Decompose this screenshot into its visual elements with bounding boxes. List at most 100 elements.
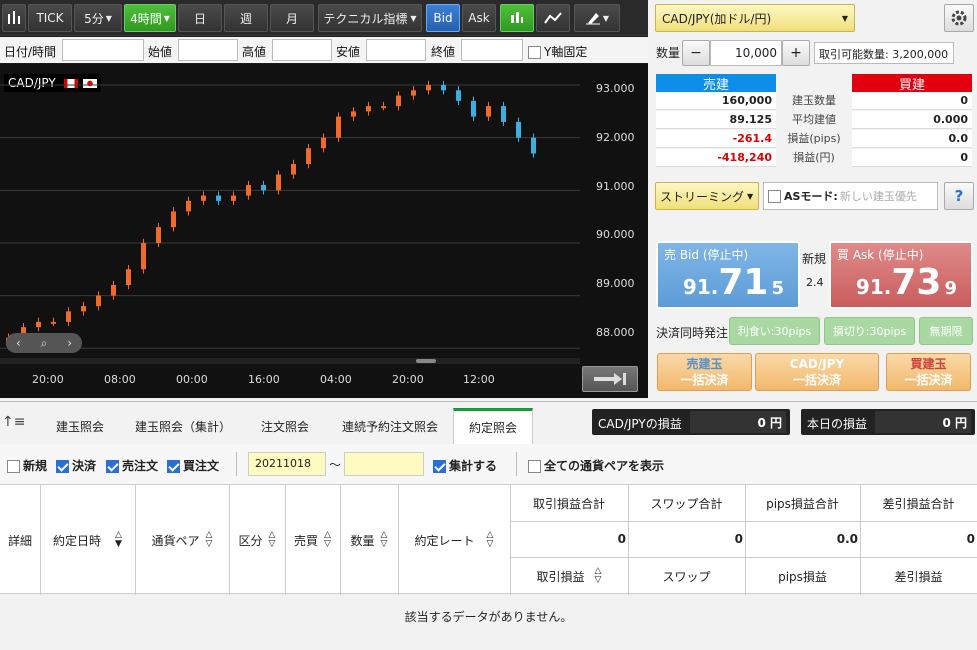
tab-executions[interactable]: 約定照会 — [453, 408, 533, 444]
y-fixed-checkbox[interactable]: Y軸固定 — [528, 43, 587, 60]
row-label: 建玉数量 — [792, 94, 836, 107]
buy-price-small: 9 — [944, 278, 957, 299]
y-axis: 93.000 92.000 91.000 90.000 89.000 88.00… — [582, 64, 648, 364]
chevron-left-icon[interactable]: ‹ — [16, 336, 21, 350]
col-side[interactable]: 売買 △ ▽ — [285, 485, 340, 595]
tab-ifd-orders[interactable]: 連続予約注文照会 — [328, 408, 452, 444]
interval-4h-label: 4時間 — [130, 11, 162, 26]
bid-button[interactable]: Bid — [426, 4, 460, 32]
new-filter-label: 新規 — [23, 459, 48, 473]
ask-button[interactable]: Ask — [462, 4, 496, 32]
col-exec-time-label: 約定日時 — [53, 533, 102, 548]
as-mode-placeholder: 新しい建玉優先 — [839, 190, 917, 203]
checkbox-icon — [106, 460, 119, 473]
tab-positions[interactable]: 建玉照会 — [36, 408, 124, 444]
pair-pnl-label: CAD/JPYの損益 — [598, 417, 682, 431]
zoom-icon[interactable]: ⌕ — [41, 336, 48, 351]
qty-plus-button[interactable]: + — [782, 40, 810, 66]
candle-body — [231, 195, 236, 201]
take-profit-button[interactable]: 利食い:30pips — [729, 317, 820, 345]
candle-body — [291, 164, 296, 175]
sum-trade-pnl-header: 取引損益合計 — [532, 496, 605, 511]
sell-bulk-settle-button[interactable]: 売建玉 一括決済 — [657, 353, 752, 391]
row-label: 損益(pips) — [787, 132, 841, 145]
today-pnl-value: 0 — [942, 416, 951, 430]
date-to-input[interactable] — [344, 452, 424, 476]
all-pairs-checkbox[interactable]: 全ての通貨ペアを表示 — [528, 457, 664, 474]
x-tick: 20:00 — [392, 373, 424, 386]
settle-checkbox[interactable]: 決済 — [56, 457, 96, 474]
candle-type-icon[interactable] — [2, 4, 26, 32]
y-tick: 89.000 — [596, 277, 635, 290]
as-mode-label: ASモード: — [784, 190, 838, 203]
checkbox-icon — [433, 460, 446, 473]
help-icon[interactable]: ? — [944, 182, 974, 210]
line-chart-icon[interactable] — [536, 4, 570, 32]
sort-menu-icon[interactable]: ↑≡ — [2, 414, 25, 430]
technical-select[interactable]: テクニカル指標 ▼ — [318, 4, 422, 32]
qty-input[interactable]: 10,000 — [710, 40, 782, 66]
col-swap: スワップ — [662, 569, 711, 584]
interval-4h-select[interactable]: 4時間 ▼ — [124, 4, 176, 32]
stop-loss-button[interactable]: 損切り:30pips — [824, 317, 915, 345]
month-button[interactable]: 月 — [270, 4, 314, 32]
col-rate[interactable]: 約定レート △ ▽ — [398, 485, 510, 595]
col-pair[interactable]: 通貨ペア △ ▽ — [135, 485, 229, 595]
aggregate-checkbox[interactable]: 集計する — [433, 457, 497, 474]
week-button[interactable]: 週 — [224, 4, 268, 32]
buy-order-label: 買注文 — [183, 459, 220, 473]
pair-pnl-box: CAD/JPYの損益 0 円 — [592, 409, 790, 435]
col-type[interactable]: 区分 △ ▽ — [229, 485, 285, 595]
sort-desc-icon: △ ▼ — [115, 530, 122, 549]
day-button[interactable]: 日 — [178, 4, 222, 32]
date-from-input[interactable]: 20211018 — [248, 452, 326, 476]
x-tick: 08:00 — [104, 373, 136, 386]
buy-pnl: 0 — [852, 149, 972, 167]
buy-bulk-settle-button[interactable]: 買建玉 一括決済 — [886, 353, 971, 391]
pair-select[interactable]: CAD/JPY(加ドル/円) ▼ — [655, 4, 855, 32]
checkbox-icon — [528, 46, 541, 59]
sell-price-button[interactable]: 売 Bid (停止中) 91.71 5 — [656, 241, 800, 309]
candle-body — [501, 106, 506, 122]
qty-minus-button[interactable]: − — [682, 40, 710, 66]
sort-icon: △ ▽ — [324, 530, 331, 549]
candle-body — [276, 174, 281, 191]
pair-bulk-settle-button[interactable]: CAD/JPY 一括決済 — [755, 353, 879, 391]
candle-body — [246, 185, 251, 196]
tick-button[interactable]: TICK — [28, 4, 72, 32]
col-type-label: 区分 — [238, 533, 263, 548]
candle-body — [351, 111, 356, 117]
col-trade-pnl[interactable]: 取引損益 △ ▽ — [510, 557, 628, 595]
interval-5m-select[interactable]: 5分 ▼ — [74, 4, 122, 32]
chart-area[interactable]: CAD/JPY 93.000 92.000 91.000 90.000 89.0… — [0, 64, 648, 398]
checkbox-icon — [56, 460, 69, 473]
jump-latest-icon[interactable] — [582, 366, 638, 392]
chevron-right-icon[interactable]: › — [67, 336, 72, 350]
checkbox-icon[interactable] — [768, 189, 781, 203]
streaming-select[interactable]: ストリーミング ▼ — [655, 182, 759, 210]
gear-icon[interactable] — [944, 4, 974, 32]
unlimited-button[interactable]: 無期限 — [919, 317, 973, 345]
buy-price-large: 73 — [891, 262, 942, 303]
sell-order-checkbox[interactable]: 売注文 — [106, 457, 158, 474]
candlestick-icon[interactable] — [500, 4, 534, 32]
candle-body — [111, 285, 116, 296]
col-exec-time[interactable]: 約定日時 △ ▼ — [40, 485, 135, 595]
col-detail: 詳細 — [7, 533, 32, 548]
tab-orders[interactable]: 注文照会 — [242, 408, 328, 444]
candle-body — [411, 90, 416, 96]
as-mode[interactable]: ASモード: 新しい建玉優先 — [763, 182, 938, 210]
sort-icon: △ ▽ — [594, 566, 602, 585]
tab-positions-summary[interactable]: 建玉照会（集計） — [124, 408, 242, 444]
buy-order-checkbox[interactable]: 買注文 — [167, 457, 219, 474]
candle-body — [336, 116, 341, 138]
draw-tool-icon[interactable]: ▼ — [574, 4, 620, 32]
scrollbar-thumb[interactable] — [416, 359, 436, 363]
col-qty[interactable]: 数量 △ ▽ — [340, 485, 398, 595]
candle-body — [36, 321, 41, 328]
buy-price-button[interactable]: 買 Ask (停止中) 91.73 9 — [829, 241, 973, 309]
new-checkbox[interactable]: 新規 — [7, 457, 47, 474]
today-pnl-box: 本日の損益 0 円 — [801, 409, 975, 435]
sum-pips-value: 0.0 — [836, 532, 858, 546]
sort-icon: △ ▽ — [268, 530, 276, 549]
